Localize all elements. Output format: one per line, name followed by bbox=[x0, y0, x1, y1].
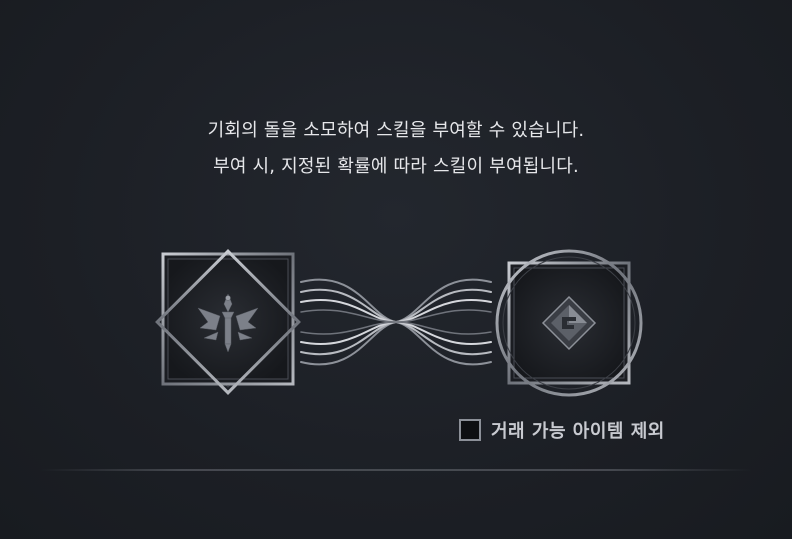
stone-icon bbox=[495, 249, 643, 397]
skill-grant-panel: 기회의 돌을 소모하여 스킬을 부여할 수 있습니다. 부여 시, 지정된 확률… bbox=[0, 0, 792, 539]
skill-slot[interactable] bbox=[138, 232, 318, 412]
link-connector bbox=[296, 258, 496, 386]
stone-slot[interactable] bbox=[492, 247, 644, 399]
exclude-tradable-checkbox[interactable]: 거래 가능 아이템 제외 bbox=[459, 415, 665, 445]
skill-emblem-icon bbox=[155, 249, 301, 395]
description-line-2: 부여 시, 지정된 확률에 따라 스킬이 부여됩니다. bbox=[213, 156, 579, 177]
divider bbox=[40, 469, 752, 471]
checkbox-label[interactable]: 거래 가능 아이템 제외 bbox=[491, 417, 665, 443]
checkbox-box[interactable] bbox=[459, 419, 481, 441]
description-line-1: 기회의 돌을 소모하여 스킬을 부여할 수 있습니다. bbox=[207, 120, 585, 141]
infinity-link-icon bbox=[300, 278, 492, 366]
